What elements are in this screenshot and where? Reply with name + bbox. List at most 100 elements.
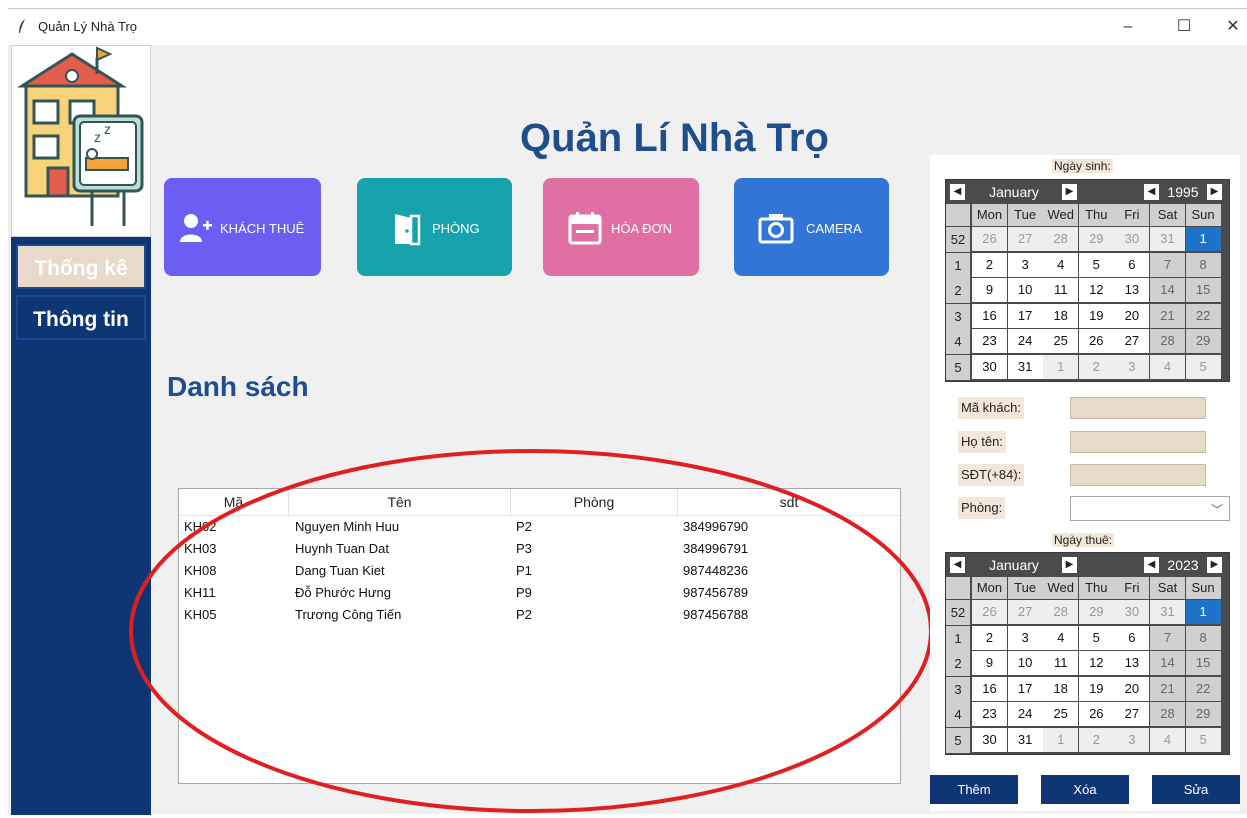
calendar-day[interactable]: 19 [1078, 676, 1114, 701]
prev-year-icon[interactable]: ◀ [1144, 557, 1159, 573]
calendar-day[interactable]: 26 [972, 227, 1007, 251]
calendar-day[interactable]: 5 [1185, 728, 1221, 752]
calendar-day[interactable]: 1 [1185, 227, 1221, 251]
column-header-id[interactable]: Mã [179, 489, 289, 516]
calendar-day[interactable]: 14 [1150, 651, 1185, 676]
calendar-day[interactable]: 3 [1114, 728, 1150, 752]
calendar-day[interactable]: 7 [1150, 625, 1185, 650]
calendar-day[interactable]: 10 [1007, 278, 1043, 303]
table-row[interactable]: KH03 Huynh Tuan Dat P3 384996791 [179, 538, 900, 560]
calendar-day[interactable]: 1 [1185, 600, 1221, 624]
calendar-day[interactable]: 26 [1078, 329, 1114, 354]
next-year-icon[interactable]: ▶ [1207, 557, 1222, 573]
calendar-day[interactable]: 23 [972, 702, 1007, 727]
calendar-day[interactable]: 9 [972, 278, 1007, 303]
calendar-day[interactable]: 17 [1007, 303, 1043, 328]
delete-button[interactable]: Xóa [1041, 775, 1129, 804]
calendar-day[interactable]: 3 [1007, 625, 1043, 650]
calendar-day[interactable]: 30 [1114, 600, 1150, 624]
table-row[interactable]: KH05 Trương Công Tiến P2 987456788 [179, 604, 900, 626]
customer-table[interactable]: Mã Tên Phòng sdt KH02 Nguyen Minh Huu P2… [178, 488, 901, 784]
calendar-day[interactable]: 8 [1185, 252, 1221, 277]
column-header-room[interactable]: Phòng [511, 489, 678, 516]
minimize-button[interactable]: – [1108, 15, 1148, 39]
sidebar-item-statistics[interactable]: Thống kê [16, 244, 146, 289]
calendar-day[interactable]: 26 [1078, 702, 1114, 727]
calendar-day[interactable]: 26 [972, 600, 1007, 624]
calendar-day[interactable]: 21 [1150, 303, 1185, 328]
calendar-day[interactable]: 8 [1185, 625, 1221, 650]
calendar-day[interactable]: 28 [1150, 329, 1185, 354]
room-select[interactable]: ﹀ [1070, 496, 1230, 521]
calendar-day[interactable]: 2 [972, 252, 1007, 277]
calendar-day[interactable]: 18 [1043, 676, 1079, 701]
calendar-day[interactable]: 14 [1150, 278, 1185, 303]
calendar-day[interactable]: 5 [1185, 355, 1221, 379]
maximize-button[interactable]: ☐ [1164, 15, 1204, 39]
invoices-button[interactable]: HÓA ĐƠN [543, 178, 699, 276]
column-header-phone[interactable]: sdt [678, 489, 900, 516]
calendar-day[interactable]: 30 [1114, 227, 1150, 251]
calendar-day[interactable]: 31 [1007, 728, 1043, 752]
calendar-day[interactable]: 27 [1007, 600, 1043, 624]
next-month-icon[interactable]: ▶ [1062, 184, 1077, 200]
calendar-day[interactable]: 9 [972, 651, 1007, 676]
calendar-day[interactable]: 27 [1114, 702, 1150, 727]
calendar-day[interactable]: 20 [1114, 303, 1150, 328]
calendar-day[interactable]: 6 [1114, 625, 1150, 650]
calendar-day[interactable]: 2 [1078, 355, 1114, 379]
calendar-day[interactable]: 22 [1185, 676, 1221, 701]
calendar-day[interactable]: 24 [1007, 329, 1043, 354]
calendar-day[interactable]: 29 [1078, 227, 1114, 251]
calendar-day[interactable]: 31 [1150, 227, 1185, 251]
calendar-day[interactable]: 13 [1114, 651, 1150, 676]
calendar-day[interactable]: 3 [1114, 355, 1150, 379]
close-button[interactable]: ✕ [1213, 15, 1247, 39]
calendar-day[interactable]: 30 [972, 355, 1007, 379]
rent-date-calendar[interactable]: ◀ January ▶ ◀ 2023 ▶ Mon Tue Wed Thu Fri Sat Sun 52 26… [945, 552, 1230, 755]
calendar-day[interactable]: 15 [1185, 278, 1221, 303]
calendar-day[interactable]: 10 [1007, 651, 1043, 676]
prev-month-icon[interactable]: ◀ [950, 557, 965, 573]
customer-id-input[interactable] [1070, 397, 1206, 419]
calendar-day[interactable]: 11 [1043, 651, 1079, 676]
prev-month-icon[interactable]: ◀ [950, 184, 965, 200]
column-header-name[interactable]: Tên [289, 489, 511, 516]
calendar-day[interactable]: 29 [1185, 702, 1221, 727]
calendar-day[interactable]: 7 [1150, 252, 1185, 277]
table-row[interactable]: KH11 Đỗ Phước Hưng P9 987456789 [179, 582, 900, 604]
calendar-day[interactable]: 31 [1150, 600, 1185, 624]
phone-input[interactable] [1070, 464, 1206, 486]
calendar-day[interactable]: 11 [1043, 278, 1079, 303]
calendar-day[interactable]: 28 [1043, 227, 1079, 251]
calendar-day[interactable]: 23 [972, 329, 1007, 354]
calendar-day[interactable]: 25 [1043, 702, 1079, 727]
calendar-day[interactable]: 29 [1078, 600, 1114, 624]
calendar-day[interactable]: 13 [1114, 278, 1150, 303]
calendar-day[interactable]: 12 [1078, 278, 1114, 303]
table-row[interactable]: KH02 Nguyen Minh Huu P2 384996790 [179, 516, 900, 538]
calendar-day[interactable]: 17 [1007, 676, 1043, 701]
calendar-day[interactable]: 27 [1114, 329, 1150, 354]
calendar-day[interactable]: 20 [1114, 676, 1150, 701]
calendar-day[interactable]: 29 [1185, 329, 1221, 354]
rooms-button[interactable]: PHÒNG [357, 178, 512, 276]
calendar-day[interactable]: 5 [1078, 625, 1114, 650]
calendar-day[interactable]: 21 [1150, 676, 1185, 701]
calendar-day[interactable]: 2 [1078, 728, 1114, 752]
sidebar-item-info[interactable]: Thông tin [16, 295, 146, 340]
tenants-button[interactable]: KHÁCH THUÊ [164, 178, 321, 276]
edit-button[interactable]: Sửa [1152, 775, 1240, 804]
calendar-day[interactable]: 24 [1007, 702, 1043, 727]
calendar-day[interactable]: 5 [1078, 252, 1114, 277]
calendar-day[interactable]: 31 [1007, 355, 1043, 379]
calendar-day[interactable]: 30 [972, 728, 1007, 752]
calendar-day[interactable]: 28 [1150, 702, 1185, 727]
calendar-day[interactable]: 3 [1007, 252, 1043, 277]
calendar-day[interactable]: 1 [1043, 728, 1079, 752]
calendar-day[interactable]: 22 [1185, 303, 1221, 328]
prev-year-icon[interactable]: ◀ [1144, 184, 1159, 200]
calendar-day[interactable]: 4 [1150, 355, 1185, 379]
camera-button[interactable]: CAMERA [734, 178, 889, 276]
calendar-day[interactable]: 16 [972, 676, 1007, 701]
